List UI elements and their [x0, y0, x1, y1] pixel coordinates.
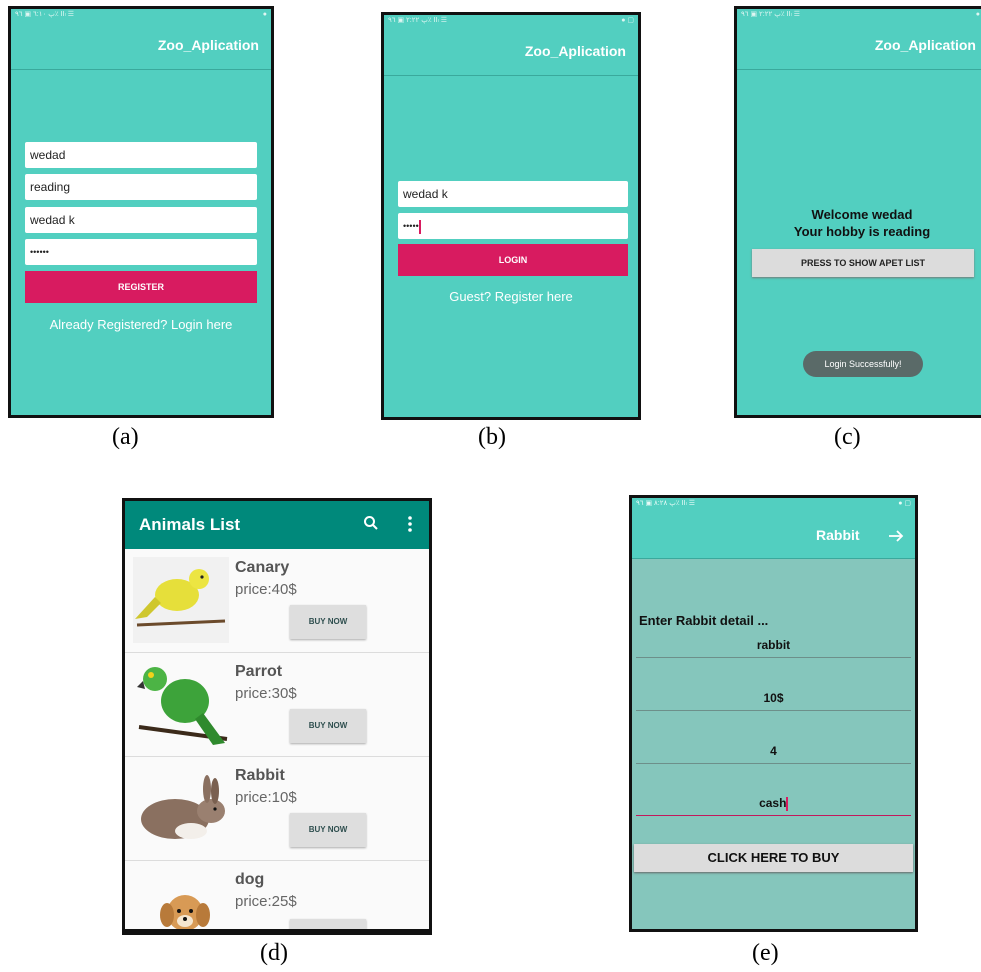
- field-underline: [636, 710, 911, 711]
- caption-b: (b): [478, 424, 506, 450]
- animal-name-field[interactable]: rabbit: [632, 638, 915, 652]
- caption-d: (d): [260, 940, 288, 966]
- animal-price: price:25$: [235, 893, 297, 910]
- payment-field[interactable]: cash: [632, 796, 915, 811]
- show-list-button[interactable]: PRESS TO SHOW APET LIST: [752, 249, 974, 277]
- search-icon[interactable]: [363, 515, 379, 531]
- detail-heading: Enter Rabbit detail ...: [639, 613, 769, 628]
- buy-now-button[interactable]: BUY NOW: [290, 813, 366, 847]
- animal-name: dog: [235, 871, 265, 888]
- status-bar: ﭖ ٢:٢٢ ▣ ٩٦٪ ⅠⅠₗ ☰ ● ▢: [384, 15, 638, 27]
- name-field[interactable]: wedad: [25, 142, 257, 168]
- field-underline: [636, 657, 911, 658]
- login-button[interactable]: LOGIN: [398, 244, 628, 276]
- arrow-right-icon[interactable]: [888, 530, 904, 542]
- app-bar: Zoo_Aplication: [737, 21, 981, 70]
- animal-name: Rabbit: [235, 767, 285, 784]
- field-underline: [636, 763, 911, 764]
- parrot-image: [137, 667, 228, 745]
- buy-now-button[interactable]: [290, 919, 366, 929]
- register-screen: ﭖ ٦:١٠ ▣ ٩٦٪ ⅠⅠₗ ☰ ● Zoo_Aplication weda…: [8, 6, 274, 418]
- animal-price: price:40$: [235, 581, 297, 598]
- buy-now-button[interactable]: BUY NOW: [290, 709, 366, 743]
- text-cursor: [786, 796, 788, 811]
- battery-icon: ● ▢: [898, 500, 911, 507]
- buy-now-button[interactable]: BUY NOW: [290, 605, 366, 639]
- register-button[interactable]: REGISTER: [25, 271, 257, 303]
- price-field[interactable]: 10$: [632, 691, 915, 705]
- more-options-icon[interactable]: [407, 515, 413, 533]
- password-field[interactable]: ••••••: [25, 239, 257, 265]
- password-field[interactable]: •••••: [398, 213, 628, 239]
- welcome-screen: ﭖ ٢:٢٢ ▣ ٩٦٪ ⅠⅠₗ ☰ ● Zoo_Aplication Welc…: [734, 6, 981, 418]
- animal-price: price:30$: [235, 685, 297, 702]
- dog-image: [160, 895, 210, 929]
- app-bar: Zoo_Aplication: [384, 27, 638, 76]
- text-cursor: [418, 219, 421, 234]
- list-item-canary[interactable]: Canary price:40$ BUY NOW: [125, 549, 429, 653]
- animal-name: Canary: [235, 559, 290, 576]
- buy-button[interactable]: CLICK HERE TO BUY: [634, 844, 913, 872]
- app-title: Zoo_Aplication: [157, 37, 259, 53]
- animal-name: Parrot: [235, 663, 283, 680]
- hobby-field[interactable]: reading: [25, 174, 257, 200]
- battery-icon: ● ▢: [621, 17, 634, 24]
- hobby-text: Your hobby is reading: [793, 224, 931, 239]
- toolbar: Animals List: [125, 501, 429, 549]
- app-title: Zoo_Aplication: [874, 37, 976, 53]
- username-field[interactable]: wedad k: [398, 181, 628, 207]
- battery-icon: ●: [262, 11, 267, 18]
- header: ﭖ ٨:٢٨ ▣ ٩٦٪ ⅠⅠₗ ☰ ● ▢ Rabbit: [632, 498, 915, 559]
- list-item-rabbit[interactable]: Rabbit price:10$ BUY NOW: [125, 757, 429, 861]
- canary-image: [133, 557, 229, 643]
- register-link[interactable]: Guest? Register here: [384, 289, 638, 304]
- status-bar: ﭖ ٨:٢٨ ▣ ٩٦٪ ⅠⅠₗ ☰ ● ▢: [632, 498, 915, 510]
- app-bar: Zoo_Aplication: [11, 21, 271, 70]
- login-link[interactable]: Already Registered? Login here: [11, 317, 271, 332]
- field-underline-active: [636, 815, 911, 816]
- battery-icon: ●: [975, 11, 980, 18]
- list-item-dog[interactable]: dog price:25$: [125, 861, 429, 929]
- toast-message: Login Successfully!: [803, 351, 923, 377]
- login-screen: ﭖ ٢:٢٢ ▣ ٩٦٪ ⅠⅠₗ ☰ ● ▢ Zoo_Aplication we…: [381, 12, 641, 420]
- caption-a: (a): [112, 424, 139, 450]
- caption-e: (e): [752, 940, 779, 966]
- screen-title: Rabbit: [816, 527, 860, 543]
- username-field[interactable]: wedad k: [25, 207, 257, 233]
- status-bar: ﭖ ٦:١٠ ▣ ٩٦٪ ⅠⅠₗ ☰ ●: [11, 9, 271, 21]
- animals-list-screen: Animals List Canary price:40$ BUY NOW Pa…: [122, 498, 432, 935]
- status-bar: ﭖ ٢:٢٢ ▣ ٩٦٪ ⅠⅠₗ ☰ ●: [737, 9, 981, 21]
- list-item-parrot[interactable]: Parrot price:30$ BUY NOW: [125, 653, 429, 757]
- app-title: Zoo_Aplication: [524, 43, 626, 59]
- rabbit-image: [141, 775, 225, 839]
- toolbar-title: Animals List: [139, 515, 241, 534]
- animal-price: price:10$: [235, 789, 297, 806]
- rabbit-detail-screen: ﭖ ٨:٢٨ ▣ ٩٦٪ ⅠⅠₗ ☰ ● ▢ Rabbit Enter Rabb…: [629, 495, 918, 932]
- welcome-text: Welcome wedad: [811, 207, 913, 222]
- quantity-field[interactable]: 4: [632, 744, 915, 758]
- caption-c: (c): [834, 424, 861, 450]
